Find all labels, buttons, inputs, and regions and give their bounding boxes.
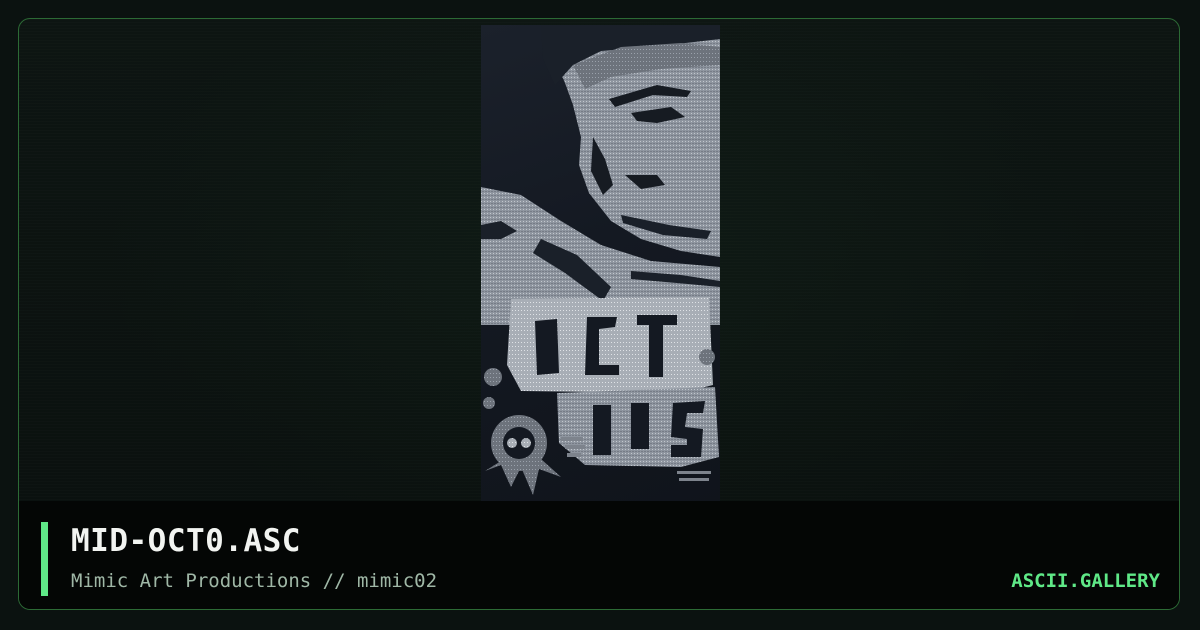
ascii-art-illustration [481, 25, 720, 495]
artwork-author: Mimic Art Productions // mimic02 [71, 570, 438, 592]
accent-bar [41, 522, 48, 596]
info-footer: MID-OCT0.ASC Mimic Art Productions // mi… [19, 501, 1179, 609]
preview-card: MID-OCT0.ASC Mimic Art Productions // mi… [18, 18, 1180, 610]
artwork-title: MID-OCT0.ASC [71, 523, 301, 559]
brand-link[interactable]: ASCII.GALLERY [1011, 570, 1160, 592]
ascii-art-image[interactable] [481, 25, 720, 507]
